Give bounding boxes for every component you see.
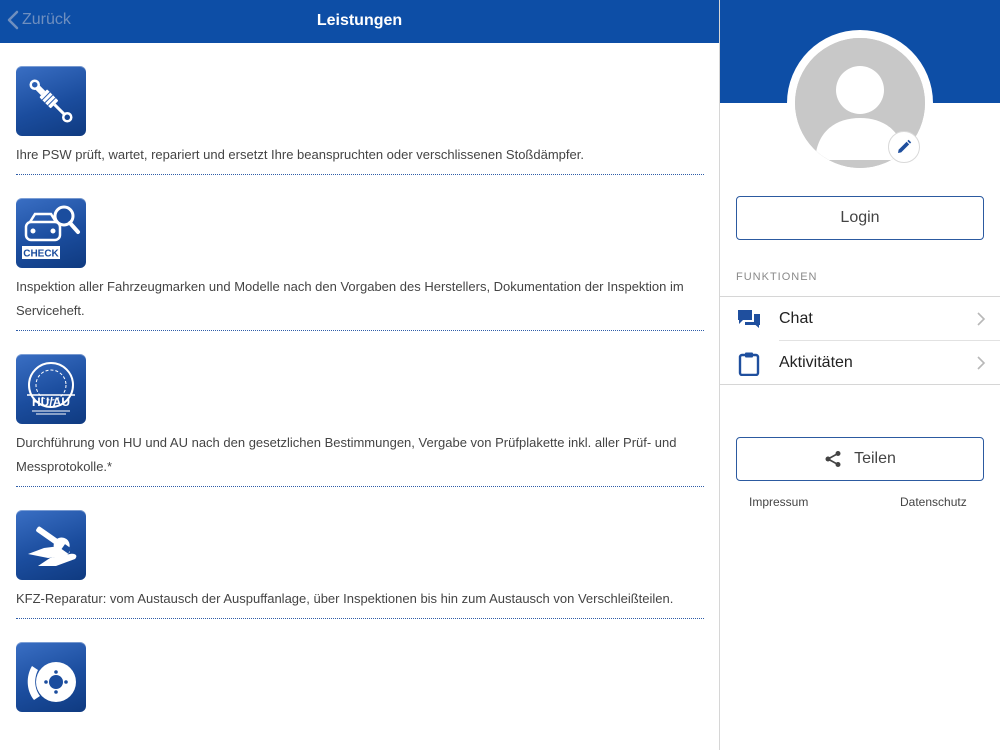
brake-disc-icon [16, 642, 86, 712]
shock-absorber-icon [16, 66, 86, 136]
function-menu: Chat Aktivitäten [720, 296, 1000, 385]
chevron-right-icon [977, 312, 986, 326]
hu-au-icon: HU/AU [16, 354, 86, 424]
menu-item-activities[interactable]: Aktivitäten [720, 341, 1000, 385]
pencil-icon [898, 139, 912, 153]
edit-avatar-button[interactable] [888, 131, 920, 163]
page-title: Leistungen [316, 12, 403, 29]
privacy-link[interactable]: Datenschutz [900, 495, 967, 509]
service-description: Inspektion aller Fahrzeugmarken und Mode… [16, 279, 684, 318]
check-icon-label: CHECK [23, 249, 59, 260]
service-item: CHECK Inspektion aller Fahrzeugmarken un… [0, 175, 719, 331]
service-description: Ihre PSW prüft, wartet, repariert und er… [16, 147, 584, 162]
services-list: Ihre PSW prüft, wartet, repariert und er… [0, 43, 719, 719]
service-item [0, 619, 719, 712]
chevron-right-icon [977, 356, 986, 370]
share-label: Teilen [854, 450, 896, 467]
wrench-hand-icon [16, 510, 86, 580]
service-item: Ihre PSW prüft, wartet, repariert und er… [0, 43, 719, 175]
share-button[interactable]: Teilen [736, 437, 984, 481]
navigation-bar: Zurück Leistungen [0, 0, 719, 43]
side-menu: Login FUNKTIONEN Chat Aktivitäten Teilen… [720, 0, 1000, 750]
service-description: KFZ-Reparatur: vom Austausch der Auspuff… [16, 591, 674, 606]
clipboard-icon [738, 352, 760, 376]
section-title-funktionen: FUNKTIONEN [736, 271, 818, 283]
service-description: Durchführung von HU und AU nach den gese… [16, 435, 677, 474]
inspection-check-icon: CHECK [16, 198, 86, 268]
login-button[interactable]: Login [736, 196, 984, 240]
service-item: KFZ-Reparatur: vom Austausch der Auspuff… [0, 487, 719, 619]
menu-item-chat[interactable]: Chat [720, 297, 1000, 341]
menu-item-label: Chat [779, 310, 813, 327]
services-pane: Zurück Leistungen Ihre PSW prüft, wartet… [0, 0, 719, 750]
hu-au-icon-label: HU/AU [32, 395, 70, 409]
login-label: Login [840, 209, 880, 226]
chat-icon [738, 310, 760, 328]
imprint-link[interactable]: Impressum [749, 495, 808, 509]
share-icon [825, 451, 841, 467]
menu-item-label: Aktivitäten [779, 354, 853, 371]
service-item: HU/AU Durchführung von HU und AU nach de… [0, 331, 719, 487]
